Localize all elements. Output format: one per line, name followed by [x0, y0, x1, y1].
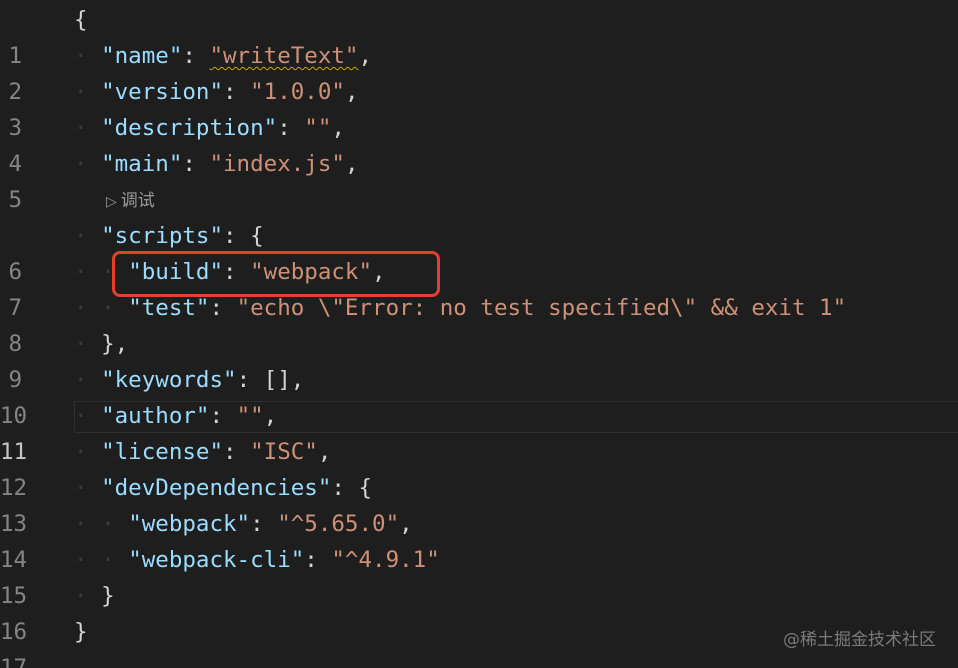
json-string: "": [304, 115, 332, 141]
code-line-11[interactable]: 11 · "author": "",: [0, 398, 958, 465]
json-key: "webpack": [128, 511, 251, 537]
json-string: "ISC": [250, 439, 318, 465]
indent-guide: ·: [74, 367, 102, 393]
indent-guide: ·: [74, 223, 102, 249]
json-string: "echo \"Error: no test specified\" && ex…: [236, 295, 847, 321]
indent-guide: · ·: [74, 511, 129, 537]
line-code[interactable]: }: [74, 614, 88, 650]
line-code[interactable]: · "author": "",: [74, 398, 277, 434]
indent-guide: · ·: [74, 547, 129, 573]
json-key: "webpack-cli": [128, 547, 305, 573]
indent-guide: ·: [74, 331, 102, 357]
code-line-6[interactable]: 6 · "scripts": {: [0, 218, 958, 285]
indent-guide: ·: [74, 79, 102, 105]
token: :: [223, 439, 251, 465]
token: :: [182, 151, 210, 177]
code-line-10[interactable]: 10 · "keywords": [],: [0, 362, 958, 429]
line-code[interactable]: · "name": "writeText",: [74, 38, 372, 74]
json-key: "test": [128, 295, 210, 321]
token: {: [74, 7, 88, 33]
token: }: [101, 583, 115, 609]
line-code[interactable]: {: [74, 2, 88, 38]
code-line-2[interactable]: 2 · "name": "writeText",: [0, 38, 958, 105]
json-key: "main": [101, 151, 183, 177]
indent-guide: ·: [74, 583, 102, 609]
json-key: "keywords": [101, 367, 237, 393]
indent-guide: ·: [74, 475, 102, 501]
token: : [],: [236, 367, 305, 393]
line-code[interactable]: · },: [74, 326, 128, 362]
code-line-5[interactable]: 5 · "main": "index.js",: [0, 146, 958, 213]
code-line-1[interactable]: 1 {: [0, 2, 958, 69]
code-line-3[interactable]: 3 · "version": "1.0.0",: [0, 74, 958, 141]
line-code[interactable]: · "version": "1.0.0",: [74, 74, 358, 110]
indent-guide: ·: [74, 115, 102, 141]
line-code[interactable]: · "main": "index.js",: [74, 146, 358, 182]
json-string: "": [236, 403, 264, 429]
token: ,: [317, 439, 332, 465]
token: ,: [331, 115, 345, 141]
line-code[interactable]: · · "webpack": "^5.65.0",: [74, 506, 413, 542]
token: : {: [223, 223, 264, 249]
code-editor[interactable]: 1 { 2 · "name": "writeText", 3 · "versio…: [0, 0, 958, 668]
codelens-label: 调试: [120, 191, 155, 211]
json-key: "license": [101, 439, 224, 465]
indent-guide: · ·: [74, 295, 129, 321]
token: :: [250, 511, 278, 537]
line-number: 5: [8, 187, 22, 213]
indent-guide: ·: [74, 439, 102, 465]
json-key: "scripts": [101, 223, 224, 249]
code-line-16[interactable]: 16 · }: [0, 578, 958, 645]
line-number: 17: [0, 655, 28, 668]
indent-guide: ·: [74, 43, 102, 69]
json-key: "description": [101, 115, 278, 141]
token: },: [101, 331, 129, 357]
token: :: [223, 79, 251, 105]
token: :: [304, 547, 332, 573]
code-line-4[interactable]: 4 · "description": "",: [0, 110, 958, 177]
token: ,: [399, 511, 413, 537]
token: :: [209, 295, 237, 321]
line-code[interactable]: · "keywords": [],: [74, 362, 304, 398]
json-string-warning: "writeText": [209, 43, 359, 69]
line-code[interactable]: · "license": "ISC",: [74, 434, 331, 470]
json-key: "devDependencies": [101, 475, 332, 501]
code-line-15[interactable]: 15 · · "webpack-cli": "^4.9.1": [0, 542, 958, 609]
token: :: [277, 115, 305, 141]
debug-codelens[interactable]: ▷ 调试: [106, 187, 155, 215]
json-key: "version": [101, 79, 224, 105]
token: :: [209, 403, 237, 429]
json-string: "^4.9.1": [331, 547, 440, 573]
json-string: "^5.65.0": [277, 511, 400, 537]
json-string: "1.0.0": [250, 79, 345, 105]
token: ,: [344, 79, 359, 105]
play-triangle-icon: ▷: [106, 194, 117, 210]
line-code[interactable]: · "devDependencies": {: [74, 470, 372, 506]
indent-guide: ·: [74, 151, 102, 177]
token: ,: [344, 151, 359, 177]
code-line-9[interactable]: 9 · },: [0, 326, 958, 393]
token: ,: [263, 403, 278, 429]
token: ,: [358, 43, 373, 69]
json-key: "name": [101, 43, 183, 69]
code-line-14[interactable]: 14 · · "webpack": "^5.65.0",: [0, 506, 958, 573]
indent-guide: ·: [74, 403, 102, 429]
annotation-highlight-box: [112, 251, 440, 297]
token: : {: [331, 475, 373, 501]
code-line-12[interactable]: 12 · "license": "ISC",: [0, 434, 958, 501]
json-string: "index.js": [209, 151, 345, 177]
line-code[interactable]: · · "webpack-cli": "^4.9.1": [74, 542, 440, 578]
code-line-13[interactable]: 13 · "devDependencies": {: [0, 470, 958, 537]
token: }: [74, 619, 88, 645]
token: :: [182, 43, 210, 69]
line-code[interactable]: · "scripts": {: [74, 218, 264, 254]
json-key: "author": [101, 403, 210, 429]
watermark: @稀土掘金技术社区: [783, 630, 936, 650]
line-code[interactable]: · "description": "",: [74, 110, 345, 146]
line-code[interactable]: · }: [74, 578, 115, 614]
